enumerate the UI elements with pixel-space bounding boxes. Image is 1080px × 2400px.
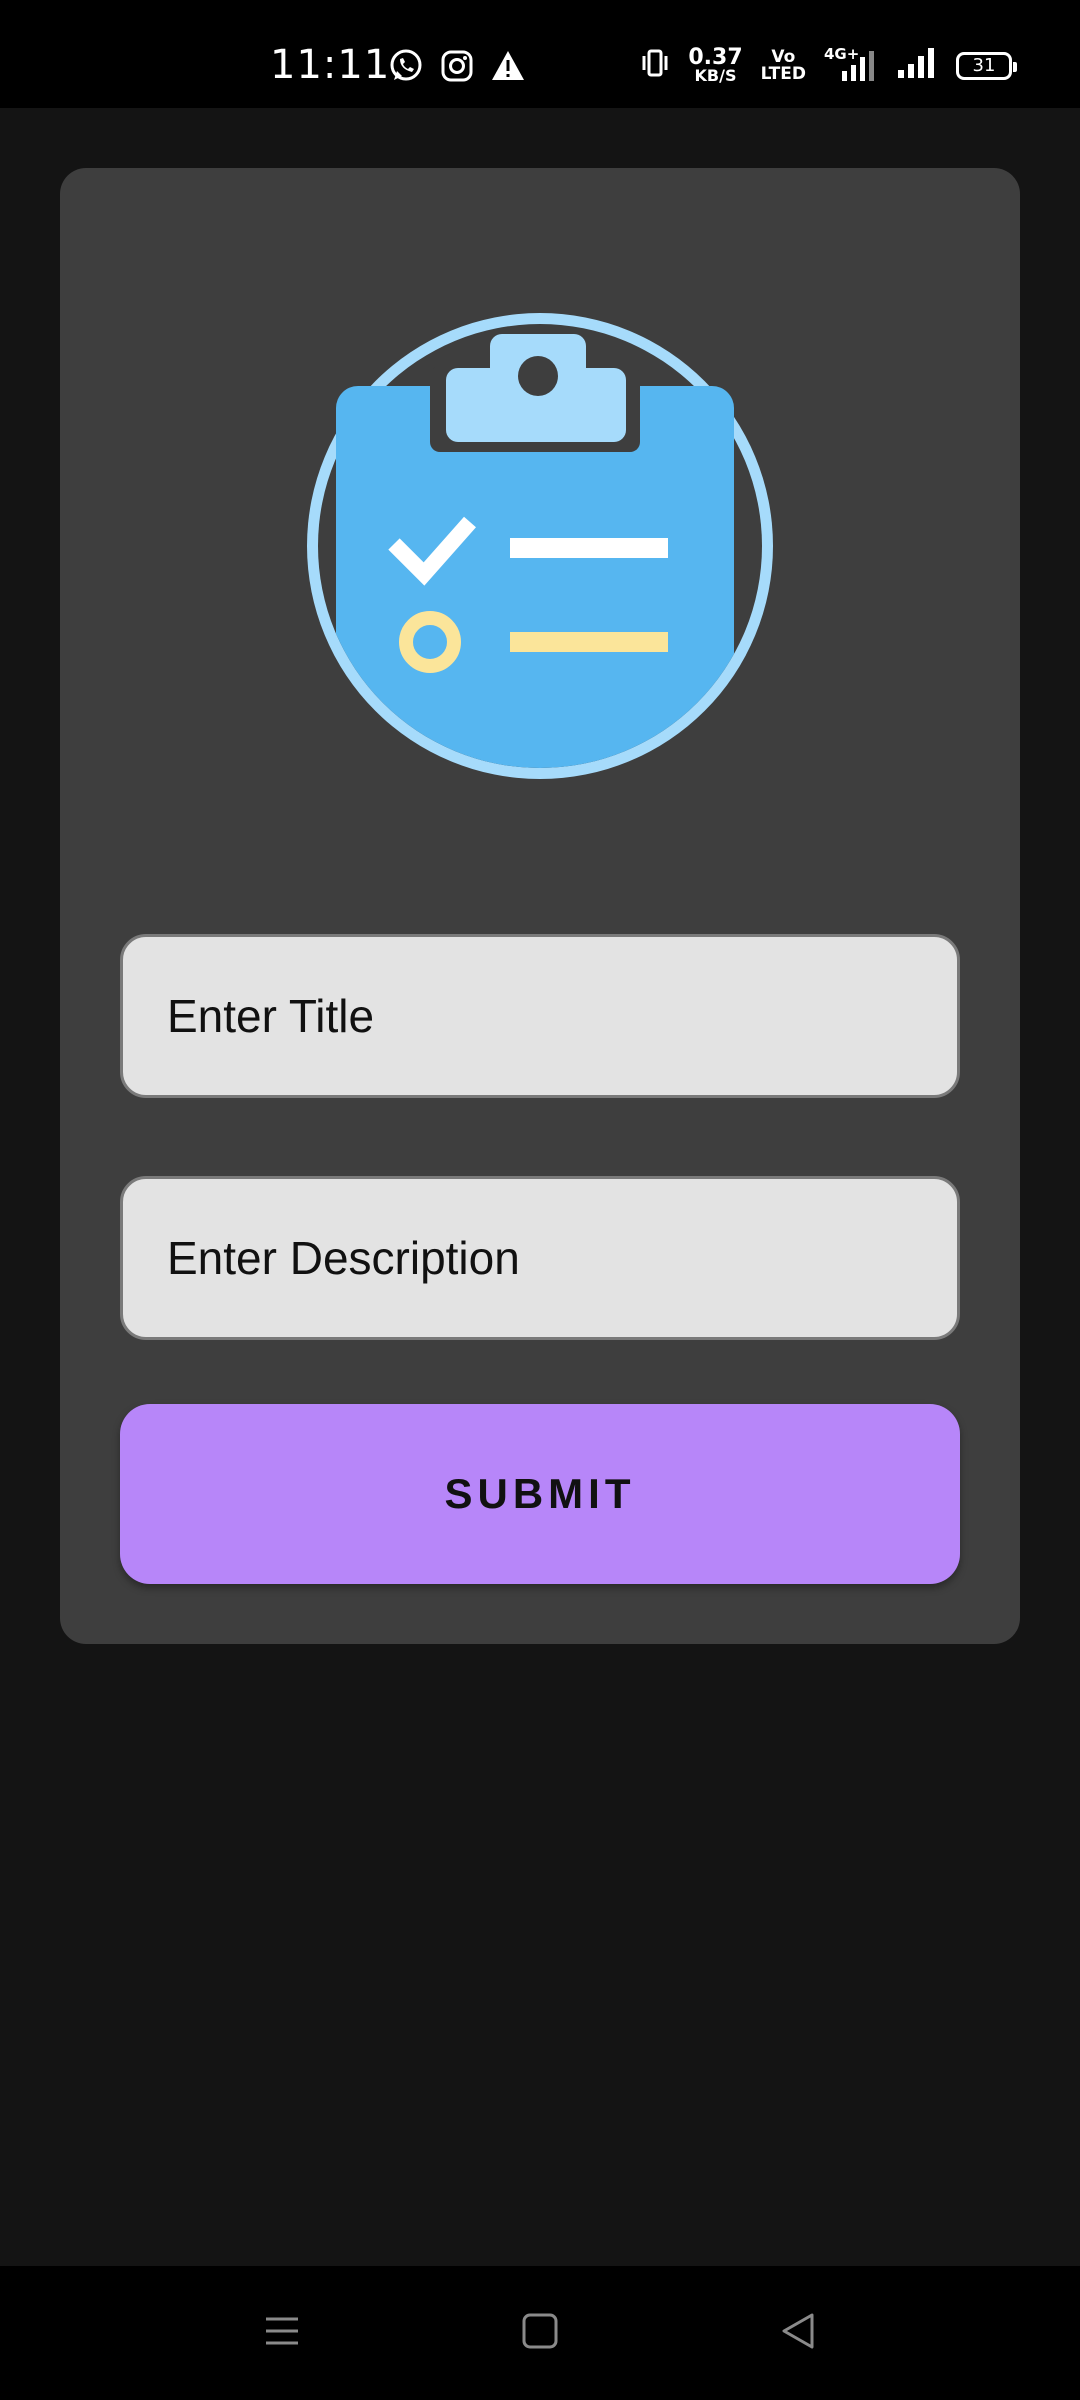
net-speed-unit: KB/S bbox=[694, 65, 737, 85]
volte-line2: LTED bbox=[760, 63, 806, 84]
home-button[interactable] bbox=[500, 2296, 580, 2366]
menu-icon bbox=[266, 2317, 298, 2345]
net-speed: 0.37 KB/S bbox=[688, 44, 743, 85]
title-input[interactable] bbox=[120, 934, 960, 1098]
description-input[interactable] bbox=[120, 1176, 960, 1340]
submit-button[interactable]: SUBMIT bbox=[120, 1404, 960, 1584]
back-button[interactable] bbox=[758, 2296, 838, 2366]
battery-level: 31 bbox=[972, 55, 996, 76]
menu-button[interactable] bbox=[242, 2296, 322, 2366]
volte-line1: Vo bbox=[771, 46, 796, 67]
clipboard-checklist-icon bbox=[307, 313, 773, 779]
navigation-bar bbox=[0, 2266, 1080, 2400]
volte-indicator: Vo LTED bbox=[760, 46, 806, 84]
battery-icon: 31 bbox=[956, 51, 1017, 80]
notification-icons bbox=[388, 48, 526, 89]
signal-4g-icon: 4G+ bbox=[824, 45, 878, 83]
status-bar: 11:11 0.37 KB/S Vo LTED 4G+ 31 bbox=[0, 0, 1080, 108]
vibrate-icon bbox=[640, 48, 670, 83]
warning-icon bbox=[490, 49, 526, 88]
note-form-card: SUBMIT bbox=[60, 168, 1020, 1644]
signal-icon bbox=[896, 46, 938, 85]
system-status-icons: 0.37 KB/S Vo LTED 4G+ 31 bbox=[640, 44, 1017, 85]
whatsapp-icon bbox=[388, 48, 424, 89]
home-icon bbox=[522, 2313, 558, 2349]
status-time: 11:11 bbox=[270, 42, 391, 88]
net-speed-value: 0.37 bbox=[688, 44, 743, 70]
back-icon bbox=[782, 2313, 814, 2349]
instagram-icon bbox=[440, 49, 474, 88]
